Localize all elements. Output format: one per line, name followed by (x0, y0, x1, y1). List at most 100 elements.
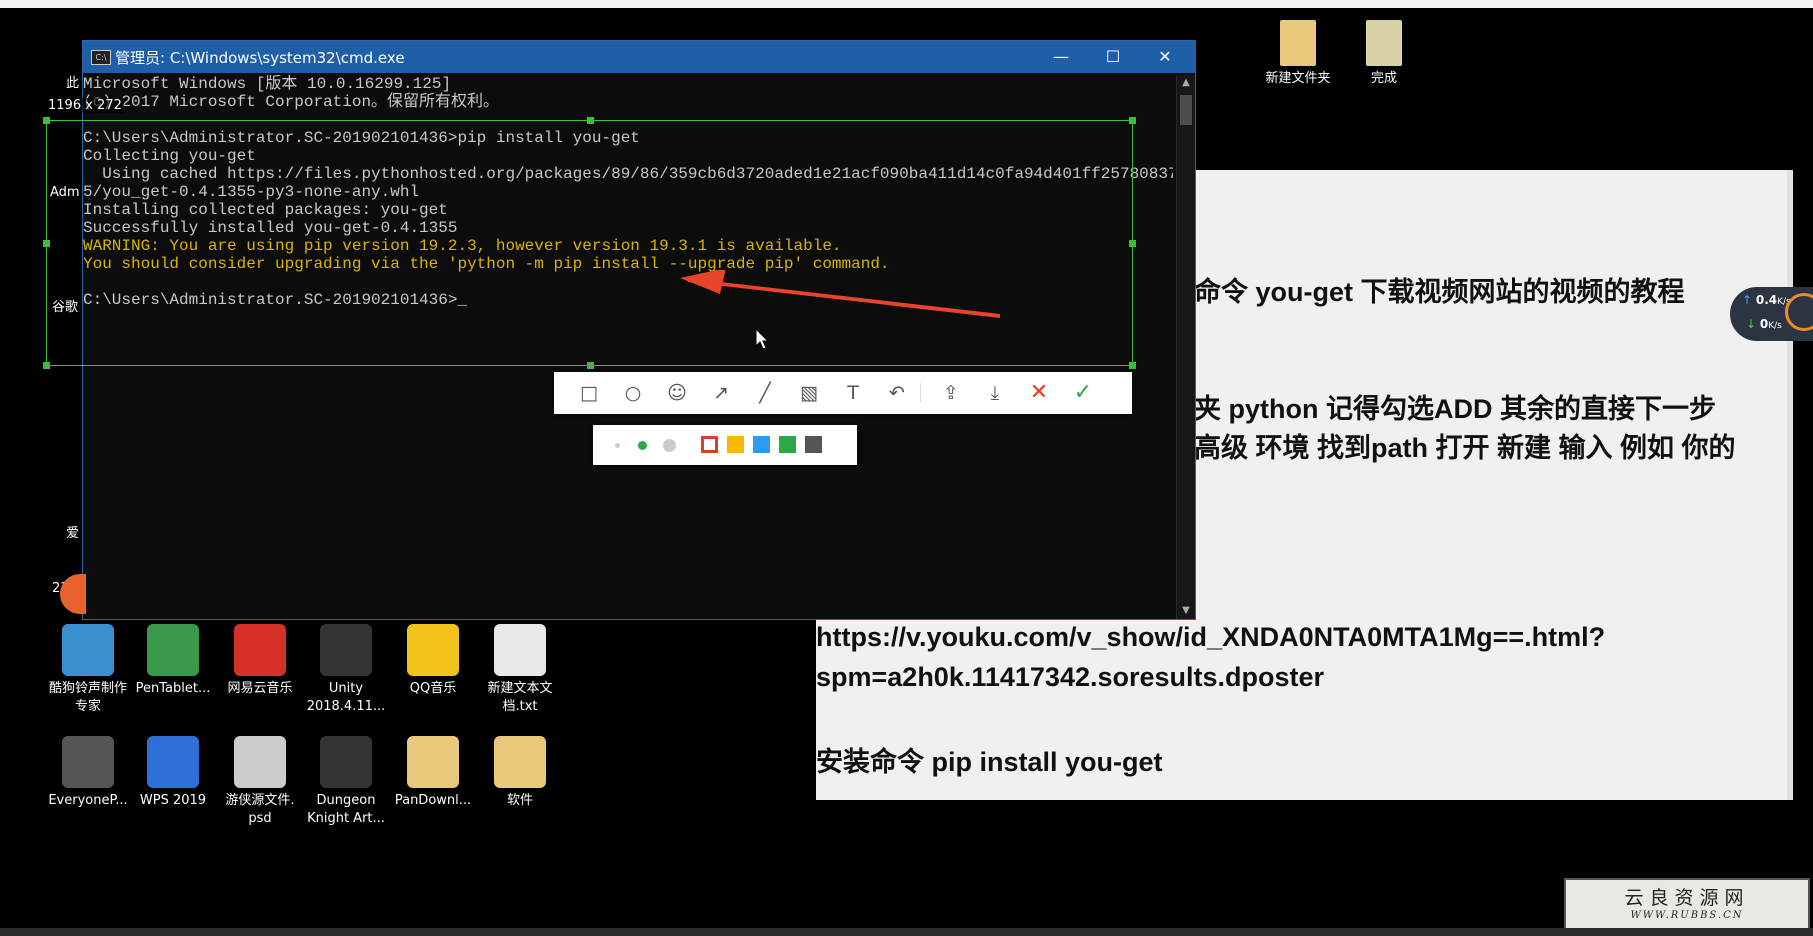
desktop-icon-label: EveryoneP... (48, 793, 128, 808)
resize-handle[interactable] (1129, 240, 1136, 247)
desktop-icon-label: 网易云音乐 (227, 681, 293, 696)
close-button[interactable]: ✕ (1139, 41, 1191, 73)
mosaic-tool-icon[interactable]: ▧ (796, 380, 822, 406)
desktop-icon[interactable]: Unity 2018.4.11... (304, 624, 388, 716)
watermark-logo: 云良资源网 WWW.RUBBS.CN (1564, 878, 1810, 932)
pen-size-large[interactable] (663, 439, 676, 452)
annotation-toolbar: □ ○ ☺ ↗ ╱ ▧ T ↶ ⇪ ⤓ ✕ ✓ (554, 372, 1132, 414)
scroll-thumb[interactable] (1180, 95, 1192, 125)
desktop-icon[interactable]: QQ音乐 (391, 624, 475, 698)
desktop-icon-label: 游侠源文件. psd (225, 793, 295, 826)
desktop-icon-label: Dungeon Knight Art... (307, 793, 385, 826)
desktop-icon-label: 软件 (506, 793, 533, 808)
app-icon (320, 736, 372, 788)
desktop-icon[interactable]: PanDownl... (391, 736, 475, 810)
doc-line: 命令 you-get 下载视频网站的视频的教程 (1194, 277, 1685, 307)
resize-handle[interactable] (587, 117, 594, 124)
download-speed: ↓ 0K/s (1746, 317, 1782, 331)
capture-selection[interactable] (43, 117, 1136, 369)
pen-size-medium[interactable] (638, 441, 647, 450)
desktop-icon[interactable]: WPS 2019 (131, 736, 215, 810)
pen-tool-icon[interactable]: ╱ (752, 380, 778, 406)
app-icon (234, 624, 286, 676)
resize-handle[interactable] (587, 362, 594, 369)
mouse-cursor-icon (755, 328, 769, 350)
cancel-icon[interactable]: ✕ (1026, 380, 1052, 406)
desktop-icon[interactable]: 网易云音乐 (218, 624, 302, 698)
desktop-icon[interactable]: PenTablet... (131, 624, 215, 698)
desktop-icon-new-folder[interactable]: 新建文件夹 (1256, 20, 1340, 88)
cmd-scrollbar[interactable]: ▲ ▼ (1176, 75, 1195, 619)
resize-handle[interactable] (1129, 117, 1136, 124)
ellipse-tool-icon[interactable]: ○ (620, 380, 646, 406)
scroll-down-icon[interactable]: ▼ (1177, 603, 1195, 619)
desktop-icon[interactable]: 游侠源文件. psd (218, 736, 302, 828)
download-icon[interactable]: ⤓ (982, 380, 1008, 406)
desktop-icon-label: PanDownl... (394, 793, 472, 808)
cmd-title: 管理员: C:\Windows\system32\cmd.exe (115, 49, 405, 67)
app-icon (320, 624, 372, 676)
app-icon (407, 736, 459, 788)
net-speed-widget[interactable]: ↑ 0.4K/s ↓ 0K/s (1730, 287, 1813, 341)
upload-speed: ↑ 0.4K/s (1742, 293, 1791, 307)
console-line: (c) 2017 Microsoft Corporation。保留所有权利。 (83, 93, 500, 111)
console-line: Microsoft Windows [版本 10.0.16299.125] (83, 75, 452, 93)
color-swatch[interactable] (727, 436, 744, 453)
app-icon (62, 736, 114, 788)
doc-line: https://v.youku.com/v_show/id_XNDA0NTA0M… (816, 622, 1606, 652)
color-swatch[interactable] (753, 436, 770, 453)
doc-line: spm=a2h0k.11417342.soresults.dposter (816, 662, 1325, 692)
desktop-icon[interactable]: 酷狗铃声制作 专家 (46, 624, 130, 716)
desktop-icon-label: 新建文件夹 (1265, 71, 1331, 86)
app-icon (147, 624, 199, 676)
desktop-icon[interactable]: 软件 (478, 736, 562, 810)
text-tool-icon[interactable]: T (840, 380, 866, 406)
desktop-icon[interactable]: EveryoneP... (46, 736, 130, 810)
resize-handle[interactable] (43, 117, 50, 124)
confirm-icon[interactable]: ✓ (1070, 380, 1096, 406)
desktop-icon[interactable]: 新建文本文 档.txt (478, 624, 562, 716)
desktop-icon-label: WPS 2019 (139, 793, 207, 808)
resize-handle[interactable] (43, 240, 50, 247)
doc-line: 安装命令 pip install you-get (816, 747, 1163, 777)
maximize-button[interactable]: ☐ (1087, 41, 1139, 73)
desktop-icon-label: PenTablet... (135, 681, 211, 696)
share-icon[interactable]: ⇪ (938, 380, 964, 406)
color-palette (593, 425, 857, 465)
pen-size-small[interactable] (615, 443, 620, 448)
speed-ring-icon (1785, 293, 1813, 331)
color-swatch[interactable] (779, 436, 796, 453)
minimize-button[interactable]: — (1035, 41, 1087, 73)
doc-line: 夹 python 记得勾选ADD 其余的直接下一步 (1194, 394, 1716, 424)
cmd-app-icon: C:\ (91, 50, 111, 65)
annotation-arrow (680, 270, 1000, 318)
desktop-icon-label: QQ音乐 (409, 681, 457, 696)
resize-handle[interactable] (1129, 362, 1136, 369)
desktop-icon-done[interactable]: 完成 (1342, 20, 1426, 88)
app-icon (407, 624, 459, 676)
app-icon (147, 736, 199, 788)
color-swatch[interactable] (701, 436, 718, 453)
undo-icon[interactable]: ↶ (884, 380, 910, 406)
resize-handle[interactable] (43, 362, 50, 369)
scroll-up-icon[interactable]: ▲ (1177, 75, 1195, 91)
folder-icon (1366, 20, 1402, 66)
selection-size-label: 1196 x 272 (46, 98, 124, 113)
app-icon (494, 736, 546, 788)
app-icon (62, 624, 114, 676)
toolbar-separator (920, 383, 921, 403)
rectangle-tool-icon[interactable]: □ (576, 380, 602, 406)
app-icon (60, 574, 86, 614)
desktop-icon-label: Unity 2018.4.11... (306, 681, 386, 714)
download-arrow-icon: ↓ (1746, 317, 1760, 331)
desktop-icon-label: 新建文本文 档.txt (487, 681, 553, 714)
emoji-tool-icon[interactable]: ☺ (664, 380, 690, 406)
upload-arrow-icon: ↑ (1742, 293, 1756, 307)
desktop-icon-label: 完成 (1370, 71, 1397, 86)
arrow-tool-icon[interactable]: ↗ (708, 380, 734, 406)
desktop-icon[interactable]: Dungeon Knight Art... (304, 736, 388, 828)
cmd-title-bar[interactable]: C:\ 管理员: C:\Windows\system32\cmd.exe — ☐… (83, 41, 1195, 73)
doc-scrollbar[interactable] (1787, 170, 1793, 800)
color-swatch[interactable] (805, 436, 822, 453)
app-icon (234, 736, 286, 788)
